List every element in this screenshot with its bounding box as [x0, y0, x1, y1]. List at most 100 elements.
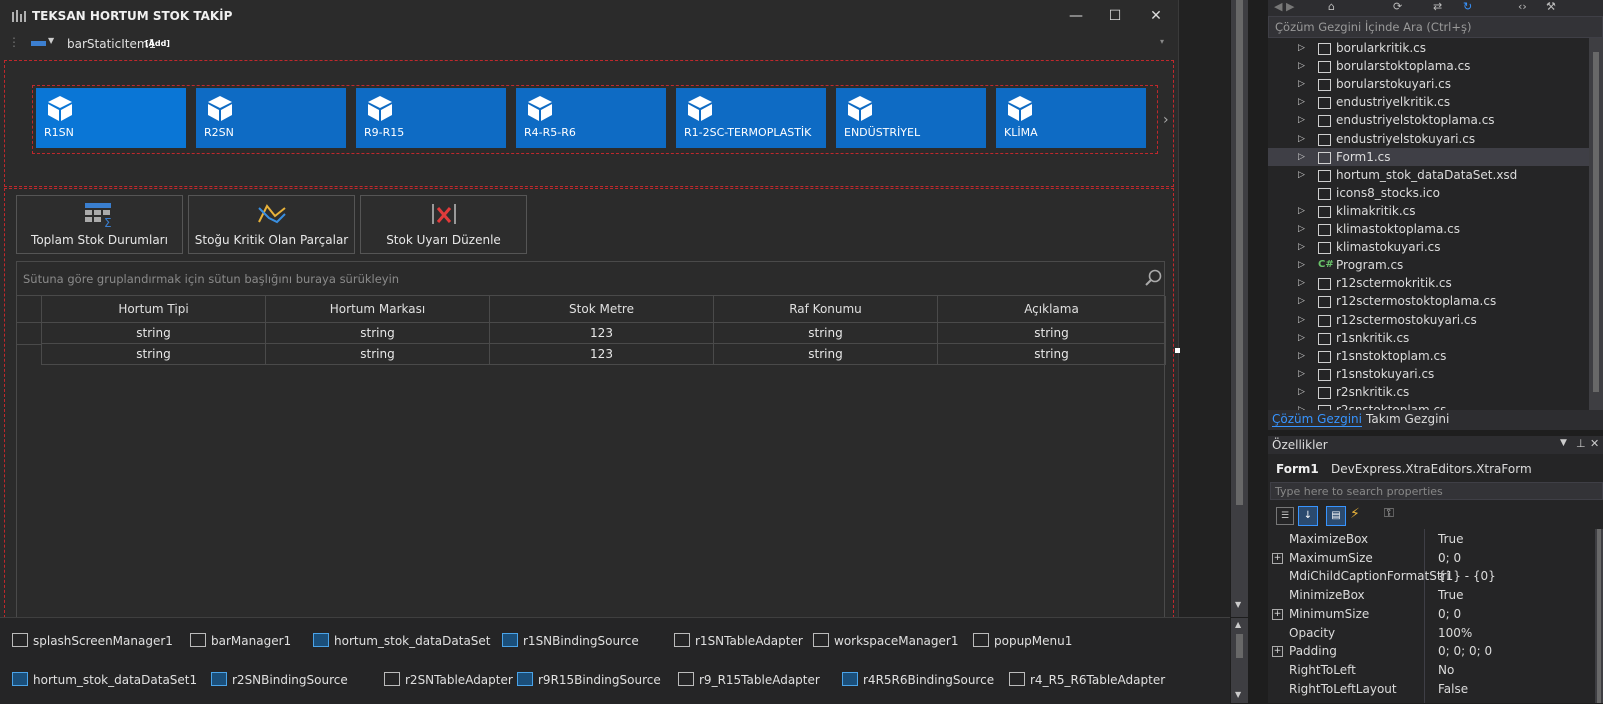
pin-icon[interactable]: ⊥	[1576, 437, 1586, 450]
property-row[interactable]: MdiChildCaptionFormatStri {1} - {0}	[1268, 567, 1594, 586]
expand-arrow-icon[interactable]: ▷	[1298, 57, 1305, 75]
tray-component[interactable]: workspaceManager1	[813, 633, 958, 648]
tray-component[interactable]: r4_R5_R6TableAdapter	[1009, 672, 1165, 687]
solution-item[interactable]: ▷ r1snstoktoplam.cs	[1268, 347, 1590, 365]
categorized-icon[interactable]: ☰	[1276, 507, 1294, 525]
expand-arrow-icon[interactable]: ▷	[1298, 111, 1305, 129]
solution-item[interactable]: ▷ r1snkritik.cs	[1268, 329, 1590, 347]
chevron-down-icon[interactable]: ▼	[48, 36, 54, 45]
tab-solution-explorer[interactable]: Çözüm Gezgini	[1272, 412, 1362, 427]
expand-arrow-icon[interactable]: ▷	[1298, 256, 1305, 274]
tile-r4-r5-r6[interactable]: R4-R5-R6	[516, 88, 666, 148]
property-row[interactable]: + MinimumSize 0; 0	[1268, 605, 1594, 624]
table-cell[interactable]: string	[714, 323, 938, 344]
properties-search-input[interactable]: Type here to search properties	[1270, 482, 1603, 500]
table-row[interactable]: string string 123 string string	[17, 323, 1166, 344]
critical-parts-button[interactable]: Stoğu Kritik Olan Parçalar	[188, 195, 355, 254]
back-icon[interactable]: ◀ ▶	[1274, 0, 1294, 13]
property-value[interactable]: 100%	[1438, 624, 1472, 643]
table-row[interactable]: string string 123 string string	[17, 344, 1166, 365]
bar-static-item[interactable]: barStaticItem1	[67, 37, 156, 51]
solution-search-input[interactable]: Çözüm Gezgini İçinde Ara (Ctrl+ş)	[1268, 16, 1603, 38]
expand-arrow-icon[interactable]: ▷	[1298, 365, 1305, 383]
expand-arrow-icon[interactable]: ▷	[1298, 311, 1305, 329]
panel-dropdown-icon[interactable]: ▼	[1560, 438, 1567, 448]
tile-r2sn[interactable]: R2SN	[196, 88, 346, 148]
table-cell[interactable]: string	[938, 323, 1166, 344]
solution-item[interactable]: ▷ r1snstokuyari.cs	[1268, 365, 1590, 383]
table-cell[interactable]: string	[266, 344, 490, 365]
tray-component[interactable]: r2SNTableAdapter	[384, 672, 513, 687]
property-value[interactable]: 0; 0; 0; 0	[1438, 642, 1492, 661]
solution-item[interactable]: ▷ klimakritik.cs	[1268, 202, 1590, 220]
column-header[interactable]: Hortum Markası	[266, 296, 490, 323]
expand-arrow-icon[interactable]: ▷	[1298, 383, 1305, 401]
solution-item[interactable]: icons8_stocks.ico	[1268, 184, 1590, 202]
property-pages-icon[interactable]: ⚿	[1384, 506, 1394, 521]
expand-arrow-icon[interactable]: ▷	[1298, 347, 1305, 365]
table-cell[interactable]: string	[266, 323, 490, 344]
solution-scrollbar[interactable]	[1589, 38, 1603, 410]
property-row[interactable]: + MaximumSize 0; 0	[1268, 549, 1594, 568]
tray-component[interactable]: r9_R15TableAdapter	[678, 672, 820, 687]
column-header[interactable]: Raf Konumu	[714, 296, 938, 323]
expand-arrow-icon[interactable]: ▷	[1298, 329, 1305, 347]
minimize-button[interactable]: —	[1062, 6, 1090, 26]
total-stock-button[interactable]: Σ Toplam Stok Durumları	[16, 195, 183, 254]
tray-component[interactable]: r4R5R6BindingSource	[842, 672, 994, 687]
expand-arrow-icon[interactable]: ▷	[1298, 93, 1305, 111]
bar-item-icon[interactable]	[31, 41, 46, 46]
expand-arrow-icon[interactable]: ▷	[1298, 130, 1305, 148]
solution-item[interactable]: ▷ endustriyelkritik.cs	[1268, 93, 1590, 111]
expand-arrow-icon[interactable]: ▷	[1298, 220, 1305, 238]
tray-component[interactable]: popupMenu1	[973, 633, 1072, 648]
designer-vertical-scrollbar[interactable]: ▼	[1231, 0, 1248, 617]
tray-component[interactable]: barManager1	[190, 633, 291, 648]
expand-arrow-icon[interactable]: ▷	[1298, 274, 1305, 292]
search-icon[interactable]	[1145, 269, 1163, 287]
property-value[interactable]: True	[1438, 530, 1464, 549]
solution-item[interactable]: ▷ borularkritik.cs	[1268, 39, 1590, 57]
history-icon[interactable]: ⟳	[1393, 0, 1402, 13]
tray-component[interactable]: r2SNBindingSource	[211, 672, 348, 687]
tab-team-explorer[interactable]: Takım Gezgini	[1366, 412, 1449, 426]
expand-arrow-icon[interactable]: ▷	[1298, 75, 1305, 93]
scrollbar-thumb[interactable]	[1236, 0, 1243, 505]
events-icon[interactable]: ⚡	[1350, 506, 1360, 522]
properties-icon[interactable]: ▤	[1326, 506, 1346, 526]
bar-customize-icon[interactable]: ▾	[1160, 37, 1164, 46]
expand-arrow-icon[interactable]: ▷	[1298, 166, 1305, 184]
solution-item[interactable]: ▷ hortum_stok_dataDataSet.xsd	[1268, 166, 1590, 184]
tray-component[interactable]: splashScreenManager1	[12, 633, 173, 648]
scrollbar-thumb[interactable]	[1597, 529, 1601, 703]
property-value[interactable]: 0; 0	[1438, 605, 1461, 624]
property-value[interactable]: False	[1438, 680, 1468, 699]
solution-item[interactable]: ▷ klimastokuyari.cs	[1268, 238, 1590, 256]
code-icon[interactable]: ‹›	[1518, 0, 1527, 13]
group-panel[interactable]: Sütuna göre gruplandırmak için sütun baş…	[17, 262, 1164, 296]
tray-component[interactable]: r9R15BindingSource	[517, 672, 661, 687]
property-row[interactable]: RightToLeftLayout False	[1268, 680, 1594, 699]
solution-item[interactable]: ▷ r12sctermostoktoplama.cs	[1268, 292, 1590, 310]
scroll-up-icon[interactable]: ▲	[1235, 620, 1241, 629]
form-designer[interactable]: TEKSAN HORTUM STOK TAKİP — ☐ ✕ ⋮ ▼ barSt…	[0, 0, 1180, 619]
solution-item[interactable]: ▷ borularstokuyari.cs	[1268, 75, 1590, 93]
expand-arrow-icon[interactable]: ▷	[1298, 148, 1305, 166]
wrench-icon[interactable]: ⚒	[1546, 0, 1556, 13]
refresh-icon[interactable]: ↻	[1463, 0, 1472, 13]
tile-r9-r15[interactable]: R9-R15	[356, 88, 506, 148]
solution-item[interactable]: ▷ r2snkritik.cs	[1268, 383, 1590, 401]
expand-arrow-icon[interactable]: ▷	[1298, 39, 1305, 57]
column-header[interactable]: Stok Metre	[490, 296, 714, 323]
table-cell[interactable]: string	[42, 323, 266, 344]
tray-component[interactable]: r1SNBindingSource	[502, 633, 639, 648]
table-cell[interactable]: 123	[490, 323, 714, 344]
close-icon[interactable]: ✕	[1590, 437, 1599, 450]
solution-item[interactable]: ▷ r12sctermostokuyari.cs	[1268, 311, 1590, 329]
tray-component[interactable]: r1SNTableAdapter	[674, 633, 803, 648]
property-row[interactable]: + Padding 0; 0; 0; 0	[1268, 642, 1594, 661]
tile-kli̇ma[interactable]: KLİMA	[996, 88, 1146, 148]
tile-endüstri̇yel[interactable]: ENDÜSTRİYEL	[836, 88, 986, 148]
drag-handle-icon[interactable]: ⋮	[8, 35, 20, 49]
solution-item[interactable]: ▷ endustriyelstokuyari.cs	[1268, 130, 1590, 148]
